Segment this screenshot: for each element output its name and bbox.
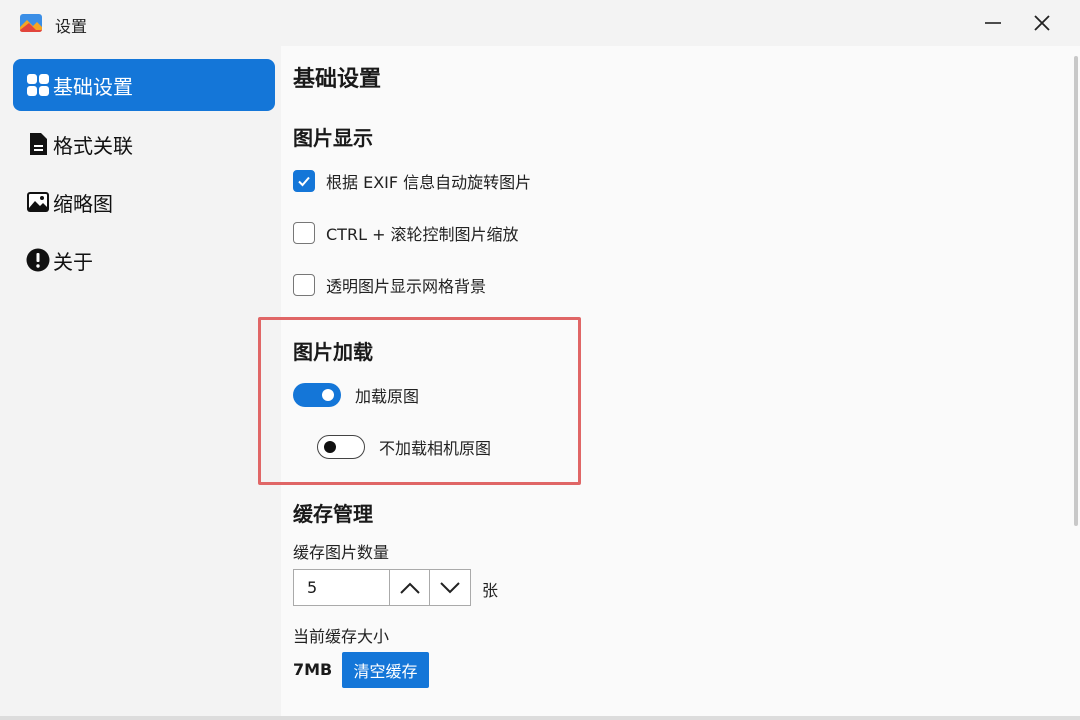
checkbox-label: 透明图片显示网格背景 (326, 277, 487, 296)
clear-cache-button[interactable]: 清空缓存 (342, 652, 429, 688)
ctrl-wheel-zoom-option[interactable]: CTRL + 滚轮控制图片缩放 (293, 221, 519, 245)
increment-button[interactable] (390, 570, 430, 605)
load-original-toggle[interactable] (293, 383, 341, 407)
title-bar: 设置 (0, 0, 1080, 46)
sidebar-item-label: 基础设置 (53, 74, 133, 99)
close-icon (1034, 15, 1050, 31)
checkmark-icon (298, 176, 310, 187)
settings-window: 设置 基础设置 格式关联 缩略图 关于 基础设置 图片显示 根据 EXIF 信息… (0, 0, 1080, 716)
sidebar-item-about[interactable]: 关于 (13, 234, 275, 286)
sidebar-item-format-association[interactable]: 格式关联 (13, 118, 275, 170)
cache-count-label: 缓存图片数量 (293, 543, 390, 562)
sidebar-item-label: 格式关联 (53, 133, 133, 158)
transparent-grid-checkbox[interactable] (293, 274, 315, 296)
cache-count-stepper[interactable]: 5 (293, 569, 471, 606)
close-button[interactable] (1018, 0, 1066, 46)
app-logo-icon (20, 14, 42, 32)
auto-rotate-checkbox[interactable] (293, 170, 315, 192)
section-title-display: 图片显示 (293, 126, 373, 150)
cache-count-unit: 张 (482, 581, 499, 600)
chevron-up-icon (399, 582, 420, 594)
decrement-button[interactable] (430, 570, 470, 605)
load-original-option[interactable]: 加载原图 (293, 383, 419, 407)
cache-size-label: 当前缓存大小 (293, 627, 390, 646)
checkbox-label: CTRL + 滚轮控制图片缩放 (326, 225, 519, 244)
sidebar-item-label: 关于 (53, 249, 93, 274)
settings-content: 基础设置 图片显示 根据 EXIF 信息自动旋转图片 CTRL + 滚轮控制图片… (258, 46, 1080, 716)
page-title: 基础设置 (293, 67, 382, 92)
sidebar: 基础设置 格式关联 缩略图 关于 (0, 46, 281, 716)
grid-icon (25, 72, 51, 98)
chevron-down-icon (440, 581, 460, 593)
document-icon (25, 131, 51, 157)
scrollbar[interactable] (1074, 56, 1078, 526)
checkbox-label: 根据 EXIF 信息自动旋转图片 (326, 173, 532, 192)
ctrl-wheel-zoom-checkbox[interactable] (293, 222, 315, 244)
cache-count-input[interactable]: 5 (294, 570, 390, 605)
cache-size-value: 7MB (293, 660, 333, 679)
minimize-icon (985, 22, 1001, 24)
toggle-label: 加载原图 (355, 387, 420, 406)
section-title-cache: 缓存管理 (293, 502, 373, 526)
minimize-button[interactable] (969, 0, 1017, 46)
section-title-loading: 图片加载 (293, 340, 373, 364)
sidebar-item-basic-settings[interactable]: 基础设置 (13, 59, 275, 111)
skip-camera-raw-toggle[interactable] (317, 435, 365, 459)
skip-camera-raw-option[interactable]: 不加载相机原图 (317, 435, 491, 459)
auto-rotate-exif-option[interactable]: 根据 EXIF 信息自动旋转图片 (293, 169, 531, 193)
sidebar-item-thumbnail[interactable]: 缩略图 (13, 176, 275, 228)
sidebar-item-label: 缩略图 (53, 191, 113, 216)
toggle-knob (322, 389, 334, 401)
transparent-grid-option[interactable]: 透明图片显示网格背景 (293, 273, 486, 297)
info-icon (25, 247, 51, 273)
toggle-knob (324, 441, 336, 453)
toggle-label: 不加载相机原图 (379, 439, 492, 458)
window-title: 设置 (55, 17, 88, 36)
image-icon (25, 189, 51, 215)
